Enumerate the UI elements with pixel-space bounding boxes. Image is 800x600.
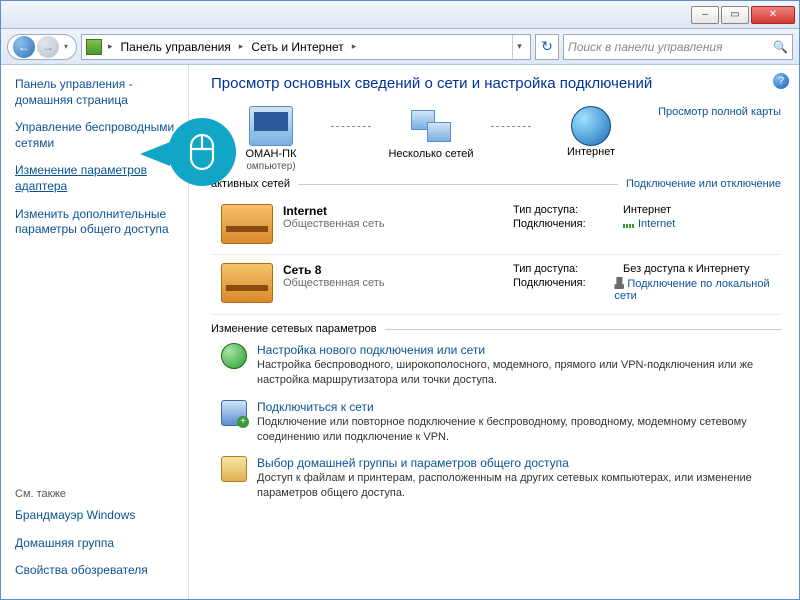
- change-settings-header: Изменение сетевых параметров: [211, 323, 781, 335]
- task-link-homegroup[interactable]: Выбор домашней группы и параметров общег…: [257, 456, 781, 470]
- bench-icon: [221, 204, 273, 244]
- network-block: Internet Общественная сеть Тип доступа:И…: [211, 196, 781, 255]
- task-link-new-connection[interactable]: Настройка нового подключения или сети: [257, 343, 781, 357]
- see-also-firewall[interactable]: Брандмауэр Windows: [15, 508, 176, 524]
- sidebar: Панель управления - домашняя страница Уп…: [1, 65, 189, 599]
- window: – ▭ ✕ ← → ▾ ▸ Панель управления ▸ Сеть и…: [0, 0, 800, 600]
- chevron-right-icon[interactable]: ▸: [106, 41, 115, 52]
- access-label: Тип доступа:: [513, 263, 623, 275]
- map-node-internet[interactable]: Интернет: [531, 106, 651, 158]
- task-item: Подключиться к сети Подключение или повт…: [211, 392, 781, 449]
- pc-icon: [249, 106, 293, 146]
- network-name[interactable]: Сеть 8: [283, 263, 513, 277]
- forward-button[interactable]: →: [37, 36, 59, 58]
- body: Панель управления - домашняя страница Уп…: [1, 65, 799, 599]
- access-value: Без доступа к Интернету: [623, 263, 750, 275]
- map-connector: [331, 126, 371, 127]
- search-placeholder: Поиск в панели управления: [568, 40, 723, 54]
- map-node-label: Интернет: [531, 146, 651, 158]
- navbar: ← → ▾ ▸ Панель управления ▸ Сеть и Интер…: [1, 29, 799, 65]
- map-connector: [491, 126, 531, 127]
- active-networks-header: активных сетей Подключение или отключени…: [211, 178, 781, 190]
- control-panel-icon: [86, 39, 102, 55]
- sidebar-home-link[interactable]: Панель управления - домашняя страница: [15, 77, 176, 108]
- titlebar: – ▭ ✕: [1, 1, 799, 29]
- access-label: Тип доступа:: [513, 204, 623, 216]
- globe-icon: [571, 106, 611, 146]
- map-node-multi[interactable]: Несколько сетей: [371, 106, 491, 160]
- network-type[interactable]: Общественная сеть: [283, 218, 513, 230]
- network-map: ОМАН-ПК омпьютер) Несколько сетей Интерн…: [211, 106, 781, 172]
- connection-link[interactable]: Internet: [638, 218, 675, 230]
- chevron-right-icon[interactable]: ▸: [237, 41, 246, 52]
- see-also-homegroup[interactable]: Домашняя группа: [15, 536, 176, 552]
- ethernet-icon: [614, 277, 624, 289]
- network-type[interactable]: Общественная сеть: [283, 277, 513, 289]
- map-node-label: ОМАН-ПК: [211, 148, 331, 160]
- connections-label: Подключения:: [513, 218, 623, 230]
- signal-icon: [623, 218, 635, 228]
- nav-history-dropdown[interactable]: ▾: [60, 42, 72, 51]
- breadcrumb-dropdown[interactable]: ▾: [512, 35, 526, 59]
- view-full-map-link[interactable]: Просмотр полной карты: [658, 106, 781, 118]
- access-value: Интернет: [623, 204, 671, 216]
- sidebar-item-adapter-settings[interactable]: Изменение параметров адаптера: [15, 163, 176, 194]
- connection-link[interactable]: Подключение по локальной сети: [614, 278, 769, 302]
- search-input[interactable]: Поиск в панели управления 🔍: [563, 34, 793, 60]
- page-title: Просмотр основных сведений о сети и наст…: [211, 75, 781, 92]
- task-link-connect[interactable]: Подключиться к сети: [257, 400, 781, 414]
- sidebar-item-wireless[interactable]: Управление беспроводными сетями: [15, 120, 176, 151]
- connect-network-icon: [221, 400, 247, 426]
- help-icon[interactable]: ?: [773, 73, 789, 89]
- new-connection-icon: [221, 343, 247, 369]
- active-networks-label: активных сетей: [211, 178, 290, 190]
- see-also-internet-options[interactable]: Свойства обозревателя: [15, 563, 176, 579]
- change-settings-label: Изменение сетевых параметров: [211, 323, 377, 335]
- map-node-label: Несколько сетей: [371, 148, 491, 160]
- connect-disconnect-link[interactable]: Подключение или отключение: [626, 178, 781, 190]
- chevron-right-icon[interactable]: ▸: [350, 41, 359, 52]
- task-description: Доступ к файлам и принтерам, расположенн…: [257, 471, 781, 501]
- network-name[interactable]: Internet: [283, 204, 513, 218]
- task-description: Подключение или повторное подключение к …: [257, 415, 781, 445]
- content: ? Просмотр основных сведений о сети и на…: [189, 65, 799, 599]
- back-button[interactable]: ←: [13, 36, 35, 58]
- maximize-button[interactable]: ▭: [721, 6, 749, 24]
- multiple-networks-icon: [409, 106, 453, 146]
- close-button[interactable]: ✕: [751, 6, 795, 24]
- nav-buttons: ← → ▾: [7, 34, 77, 60]
- see-also-header: См. также: [15, 488, 176, 500]
- sidebar-item-sharing[interactable]: Изменить дополнительные параметры общего…: [15, 207, 176, 238]
- network-block: Сеть 8 Общественная сеть Тип доступа:Без…: [211, 255, 781, 315]
- task-description: Настройка беспроводного, широкополосного…: [257, 358, 781, 388]
- task-item: Настройка нового подключения или сети На…: [211, 335, 781, 392]
- breadcrumb-seg-network[interactable]: Сеть и Интернет: [247, 40, 347, 54]
- breadcrumb[interactable]: ▸ Панель управления ▸ Сеть и Интернет ▸ …: [81, 34, 531, 60]
- refresh-button[interactable]: ↻: [535, 34, 559, 60]
- map-node-sublabel: омпьютер): [246, 161, 295, 172]
- map-node-this-pc[interactable]: ОМАН-ПК омпьютер): [211, 106, 331, 172]
- search-icon[interactable]: 🔍: [773, 40, 788, 54]
- minimize-button[interactable]: –: [691, 6, 719, 24]
- bench-icon: [221, 263, 273, 303]
- connections-label: Подключения:: [513, 277, 614, 302]
- homegroup-icon: [221, 456, 247, 482]
- task-item: Выбор домашней группы и параметров общег…: [211, 448, 781, 505]
- breadcrumb-seg-control-panel[interactable]: Панель управления: [117, 40, 235, 54]
